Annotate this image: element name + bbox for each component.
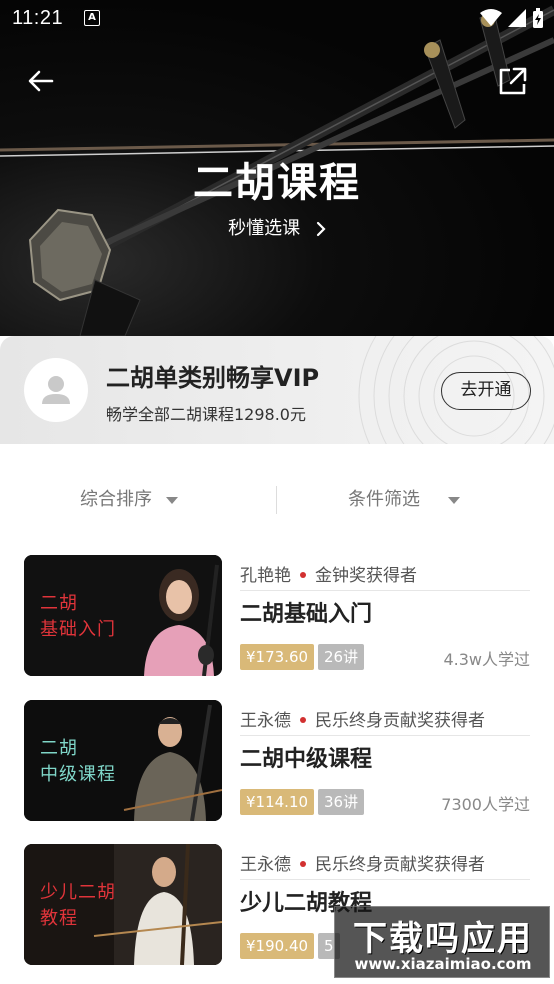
- course-title: 二胡基础入门: [240, 602, 373, 627]
- course-guide-label: 秒懂选课: [228, 218, 301, 239]
- teacher-name: 孔艳艳: [240, 566, 291, 586]
- course-card[interactable]: 二胡 基础入门 孔艳艳 金钟奖获得者 二胡基础入门 ¥173.60 26讲 4.3…: [24, 555, 530, 679]
- vip-description: 畅学全部二胡课程1298.0元: [106, 405, 306, 424]
- course-thumbnail: 少儿二胡 教程: [24, 844, 222, 965]
- status-icons: [480, 8, 544, 28]
- watermark: 下载吗应用 www.xiazaimiao.com: [334, 906, 550, 978]
- filter-label: 条件筛选: [348, 489, 420, 510]
- teacher-info: 孔艳艳 金钟奖获得者: [240, 561, 417, 586]
- status-time: 11:21: [12, 7, 64, 29]
- course-guide-link[interactable]: 秒懂选课: [0, 214, 554, 240]
- teacher-info: 王永德 民乐终身贡献奖获得者: [240, 706, 485, 731]
- course-title: 二胡中级课程: [240, 747, 373, 772]
- vip-banner: 二胡单类别畅享VIP 畅学全部二胡课程1298.0元 去开通: [0, 336, 554, 444]
- back-arrow-icon[interactable]: [24, 64, 58, 98]
- lesson-count-tag: 26讲: [318, 644, 365, 670]
- page-title: 二胡课程: [193, 160, 361, 206]
- divider: [240, 590, 530, 591]
- course-thumbnail: 二胡 中级课程: [24, 700, 222, 821]
- status-bar: 11:21 A: [0, 0, 554, 36]
- teacher-award: 金钟奖获得者: [315, 566, 417, 586]
- wifi-icon: [480, 9, 502, 26]
- thumbnail-caption: 二胡 基础入门: [40, 593, 116, 640]
- condition-filter-dropdown[interactable]: 条件筛选: [348, 470, 460, 530]
- separator-dot: [300, 571, 306, 578]
- teacher-award: 民乐终身贡献奖获得者: [315, 855, 485, 875]
- divider: [240, 735, 530, 736]
- battery-icon: [533, 8, 543, 28]
- chevron-right-icon: [316, 221, 326, 237]
- vip-title: 二胡单类别畅享VIP: [106, 364, 320, 392]
- signal-icon: [508, 9, 526, 27]
- hero-banner: 11:21 A 二胡课程 秒懂选课: [0, 0, 554, 336]
- separator-dot: [300, 860, 306, 867]
- avatar: [24, 358, 88, 422]
- course-thumbnail: 二胡 基础入门: [24, 555, 222, 676]
- filter-bar: 综合排序 条件筛选: [0, 470, 554, 530]
- activate-vip-button[interactable]: 去开通: [441, 372, 531, 410]
- learner-count: 4.3w人学过: [443, 650, 530, 669]
- triangle-down-icon: [166, 496, 178, 504]
- sort-label: 综合排序: [80, 489, 152, 510]
- triangle-down-icon: [448, 496, 460, 504]
- teacher-name: 王永德: [240, 711, 291, 731]
- divider: [240, 879, 530, 880]
- price-tag: ¥173.60: [240, 644, 315, 670]
- user-icon: [42, 376, 70, 404]
- separator-dot: [300, 716, 306, 723]
- price-tag: ¥190.40: [240, 933, 315, 959]
- teacher-info: 王永德 民乐终身贡献奖获得者: [240, 850, 485, 875]
- price-tag: ¥114.10: [240, 789, 315, 815]
- thumbnail-caption: 二胡 中级课程: [40, 738, 116, 785]
- accessibility-icon: A: [84, 10, 100, 26]
- thumbnail-caption: 少儿二胡 教程: [40, 882, 116, 929]
- lesson-count-tag: 36讲: [318, 789, 365, 815]
- watermark-url: www.xiazaimiao.com: [354, 955, 532, 973]
- share-icon[interactable]: [496, 64, 530, 98]
- filter-divider: [276, 486, 277, 514]
- teacher-name: 王永德: [240, 855, 291, 875]
- learner-count: 7300人学过: [441, 795, 530, 814]
- sort-dropdown[interactable]: 综合排序: [80, 470, 178, 530]
- teacher-award: 民乐终身贡献奖获得者: [315, 711, 485, 731]
- watermark-title: 下载吗应用: [353, 919, 533, 959]
- course-card[interactable]: 二胡 中级课程 王永德 民乐终身贡献奖获得者 二胡中级课程 ¥114.10 36讲…: [24, 700, 530, 824]
